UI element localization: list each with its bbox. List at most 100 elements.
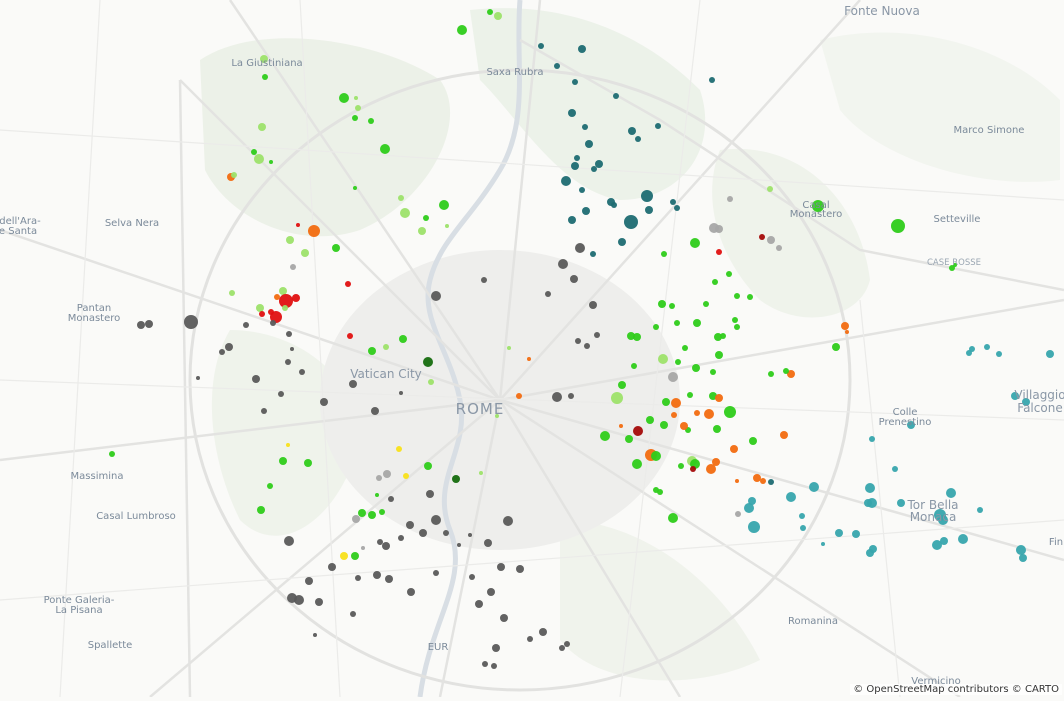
map-point[interactable] <box>724 406 736 418</box>
map-point[interactable] <box>443 530 449 536</box>
map-point[interactable] <box>479 471 483 475</box>
map-point[interactable] <box>760 478 766 484</box>
map-point[interactable] <box>671 398 681 408</box>
map-point[interactable] <box>352 115 358 121</box>
map-point[interactable] <box>286 331 292 337</box>
map-point[interactable] <box>835 529 843 537</box>
map-point[interactable] <box>285 359 291 365</box>
map-point[interactable] <box>940 537 948 545</box>
map-point[interactable] <box>800 525 806 531</box>
map-point[interactable] <box>252 375 260 383</box>
map-point[interactable] <box>433 570 439 576</box>
map-point[interactable] <box>184 315 198 329</box>
map-canvas[interactable]: Fonte Nuova La Giustiniana Saxa Rubra Marco… <box>0 0 1064 699</box>
map-point[interactable] <box>419 529 427 537</box>
map-point[interactable] <box>231 172 237 178</box>
map-point[interactable] <box>767 236 775 244</box>
map-point[interactable] <box>428 379 434 385</box>
map-point[interactable] <box>726 271 732 277</box>
map-point[interactable] <box>431 291 441 301</box>
map-point[interactable] <box>468 533 472 537</box>
map-point[interactable] <box>845 330 849 334</box>
map-point[interactable] <box>996 351 1002 357</box>
map-point[interactable] <box>379 509 385 515</box>
map-point[interactable] <box>651 451 661 461</box>
map-point[interactable] <box>257 506 265 514</box>
map-point[interactable] <box>660 421 668 429</box>
map-point[interactable] <box>578 45 586 53</box>
map-point[interactable] <box>350 611 356 617</box>
map-point[interactable] <box>399 335 407 343</box>
map-point[interactable] <box>619 424 623 428</box>
map-point[interactable] <box>279 287 287 295</box>
map-point[interactable] <box>552 392 562 402</box>
map-point[interactable] <box>457 25 467 35</box>
map-point[interactable] <box>403 473 409 479</box>
map-point[interactable] <box>445 224 449 228</box>
map-point[interactable] <box>568 393 574 399</box>
map-point[interactable] <box>584 343 590 349</box>
map-point[interactable] <box>720 333 726 339</box>
map-point[interactable] <box>423 215 429 221</box>
map-point[interactable] <box>398 535 404 541</box>
map-point[interactable] <box>645 206 653 214</box>
map-point[interactable] <box>377 539 383 545</box>
map-point[interactable] <box>709 77 715 83</box>
map-point[interactable] <box>732 317 738 323</box>
map-point[interactable] <box>294 595 304 605</box>
map-point[interactable] <box>704 409 714 419</box>
map-point[interactable] <box>690 466 696 472</box>
map-point[interactable] <box>282 305 288 311</box>
map-point[interactable] <box>678 463 684 469</box>
map-point[interactable] <box>452 475 460 483</box>
map-point[interactable] <box>618 381 626 389</box>
map-point[interactable] <box>355 105 361 111</box>
map-point[interactable] <box>457 543 461 547</box>
map-point[interactable] <box>261 408 267 414</box>
map-point[interactable] <box>494 12 502 20</box>
map-point[interactable] <box>406 521 414 529</box>
map-point[interactable] <box>653 324 659 330</box>
map-point[interactable] <box>383 344 389 350</box>
map-point[interactable] <box>385 575 393 583</box>
map-point[interactable] <box>655 123 661 129</box>
map-point[interactable] <box>475 600 483 608</box>
map-point[interactable] <box>590 251 596 257</box>
map-point[interactable] <box>969 346 975 352</box>
map-point[interactable] <box>715 351 723 359</box>
map-point[interactable] <box>492 644 500 652</box>
map-point[interactable] <box>776 245 782 251</box>
map-point[interactable] <box>296 223 300 227</box>
map-point[interactable] <box>251 149 257 155</box>
map-svg[interactable]: Fonte Nuova La Giustiniana Saxa Rubra Marco… <box>0 0 1064 699</box>
map-point[interactable] <box>431 515 441 525</box>
map-point[interactable] <box>1019 554 1027 562</box>
map-point[interactable] <box>328 563 336 571</box>
map-point[interactable] <box>641 190 653 202</box>
map-point[interactable] <box>958 534 968 544</box>
map-point[interactable] <box>575 338 581 344</box>
map-point[interactable] <box>572 79 578 85</box>
map-point[interactable] <box>559 645 565 651</box>
map-point[interactable] <box>354 96 358 100</box>
map-attribution[interactable]: © OpenStreetMap contributors © CARTO <box>850 684 1062 695</box>
map-point[interactable] <box>865 483 875 493</box>
map-point[interactable] <box>308 225 320 237</box>
map-point[interactable] <box>145 320 153 328</box>
map-point[interactable] <box>339 93 349 103</box>
map-point[interactable] <box>400 208 410 218</box>
map-point[interactable] <box>503 516 513 526</box>
map-point[interactable] <box>196 376 200 380</box>
map-point[interactable] <box>1046 350 1054 358</box>
map-point[interactable] <box>469 574 475 580</box>
map-point[interactable] <box>299 369 305 375</box>
map-point[interactable] <box>712 458 720 466</box>
map-point[interactable] <box>735 479 739 483</box>
map-point[interactable] <box>715 225 723 233</box>
map-point[interactable] <box>554 63 560 69</box>
map-point[interactable] <box>491 663 497 669</box>
map-point[interactable] <box>748 497 756 505</box>
map-point[interactable] <box>396 446 402 452</box>
map-point[interactable] <box>380 144 390 154</box>
map-point[interactable] <box>821 542 825 546</box>
